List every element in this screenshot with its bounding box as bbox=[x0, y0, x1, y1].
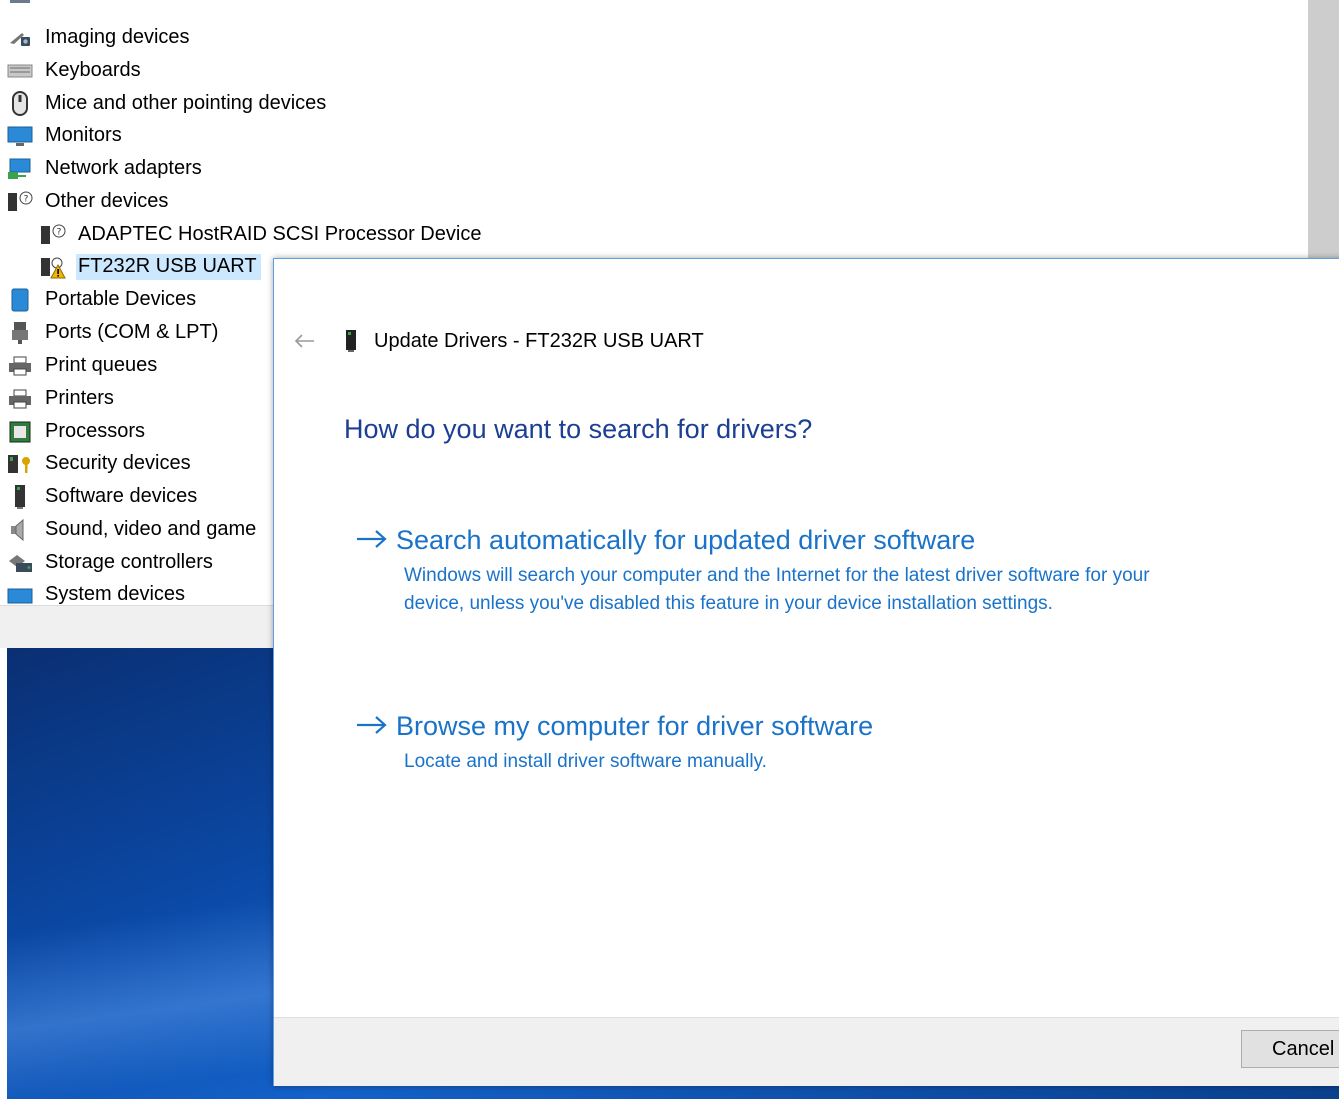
tree-item-printers[interactable]: Printers bbox=[7, 384, 118, 414]
tree-item-security-devices[interactable]: Security devices bbox=[7, 449, 195, 479]
screen: Imaging devices Keyboards Mice and other… bbox=[0, 0, 1339, 1099]
tree-item-label: Ports (COM & LPT) bbox=[45, 321, 219, 343]
tree-item-label: Keyboards bbox=[45, 59, 141, 81]
software-device-icon bbox=[7, 484, 33, 510]
tree-item-label: FT232R USB UART bbox=[76, 254, 261, 280]
option-title: Browse my computer for driver software bbox=[396, 711, 874, 741]
tree-item-label: Imaging devices bbox=[45, 26, 190, 48]
svg-text:?: ? bbox=[24, 195, 29, 205]
network-adapter-icon bbox=[7, 156, 33, 182]
tree-item-human-interface-cut bbox=[7, 0, 43, 12]
tree-item-label: Printers bbox=[45, 387, 114, 409]
printer-icon bbox=[7, 386, 33, 412]
tree-item-ports[interactable]: Ports (COM & LPT) bbox=[7, 318, 222, 348]
tree-item-portable-devices[interactable]: Portable Devices bbox=[7, 285, 200, 315]
dialog-question: How do you want to search for drivers? bbox=[344, 414, 813, 444]
tree-item-label: Software devices bbox=[45, 485, 198, 507]
tree-item-ft232r[interactable]: FT232R USB UART bbox=[40, 252, 261, 282]
portable-device-icon bbox=[7, 287, 33, 313]
arrow-right-icon bbox=[356, 526, 396, 556]
mouse-icon bbox=[7, 91, 33, 117]
hid-icon bbox=[7, 0, 33, 10]
device-icon bbox=[342, 328, 360, 354]
dialog-header: Update Drivers - FT232R USB UART bbox=[286, 323, 704, 359]
tree-item-monitors[interactable]: Monitors bbox=[7, 121, 126, 151]
option-description: Locate and install driver software manua… bbox=[404, 751, 767, 772]
tree-item-label: Storage controllers bbox=[45, 551, 213, 573]
browse-computer-option[interactable]: Browse my computer for driver software L… bbox=[356, 711, 1204, 776]
security-device-icon bbox=[7, 451, 33, 477]
camera-icon bbox=[7, 25, 33, 51]
tree-item-label: Sound, video and game bbox=[45, 518, 257, 540]
tree-item-label: ADAPTEC HostRAID SCSI Processor Device bbox=[78, 223, 482, 245]
search-automatically-option[interactable]: Search automatically for updated driver … bbox=[356, 525, 1204, 618]
tree-item-label: Print queues bbox=[45, 354, 158, 376]
option-title: Search automatically for updated driver … bbox=[396, 525, 976, 555]
speaker-icon bbox=[7, 517, 33, 543]
back-button[interactable] bbox=[286, 323, 322, 359]
port-icon bbox=[7, 320, 33, 346]
tree-item-adaptec[interactable]: ? ADAPTEC HostRAID SCSI Processor Device bbox=[40, 220, 485, 250]
tree-item-label: Security devices bbox=[45, 452, 191, 474]
tree-item-software-devices[interactable]: Software devices bbox=[7, 482, 201, 512]
tree-item-processors[interactable]: Processors bbox=[7, 417, 149, 447]
scrollbar-thumb[interactable] bbox=[1308, 0, 1339, 260]
unknown-device-icon: ? bbox=[40, 222, 66, 248]
svg-text:?: ? bbox=[57, 228, 62, 238]
tree-item-label: Processors bbox=[45, 420, 146, 442]
tree-item-label: Mice and other pointing devices bbox=[45, 92, 327, 114]
tree-item-print-queues[interactable]: Print queues bbox=[7, 351, 161, 381]
cancel-button[interactable]: Cancel bbox=[1241, 1030, 1339, 1068]
processor-icon bbox=[7, 419, 33, 445]
tree-item-label: System devices bbox=[45, 583, 186, 604]
tree-item-label: Monitors bbox=[45, 124, 122, 146]
printer-icon bbox=[7, 353, 33, 379]
dialog-footer: Cancel bbox=[274, 1017, 1339, 1086]
tree-item-label: Network adapters bbox=[45, 157, 202, 179]
monitor-icon bbox=[7, 123, 33, 149]
arrow-right-icon bbox=[356, 712, 396, 742]
tree-item-imaging-devices[interactable]: Imaging devices bbox=[7, 23, 194, 53]
tree-item-system-devices[interactable]: System devices bbox=[7, 580, 189, 604]
back-arrow-icon bbox=[294, 334, 314, 348]
tree-item-sound[interactable]: Sound, video and game bbox=[7, 515, 260, 545]
update-drivers-dialog: Update Drivers - FT232R USB UART How do … bbox=[273, 258, 1339, 1086]
tree-item-label: Portable Devices bbox=[45, 288, 197, 310]
storage-controller-icon bbox=[7, 550, 33, 576]
option-description: Windows will search your computer and th… bbox=[404, 565, 1150, 614]
tree-item-keyboards[interactable]: Keyboards bbox=[7, 56, 145, 86]
unknown-device-icon: ? bbox=[7, 189, 33, 215]
tree-item-network-adapters[interactable]: Network adapters bbox=[7, 154, 206, 184]
tree-item-storage-controllers[interactable]: Storage controllers bbox=[7, 548, 217, 578]
tree-item-label: Other devices bbox=[45, 190, 169, 212]
tree-item-mice[interactable]: Mice and other pointing devices bbox=[7, 89, 330, 119]
tree-item-other-devices[interactable]: ? Other devices bbox=[7, 187, 172, 217]
keyboard-icon bbox=[7, 58, 33, 84]
system-device-icon bbox=[7, 582, 33, 604]
warning-device-icon bbox=[40, 254, 66, 280]
dialog-title: Update Drivers - FT232R USB UART bbox=[374, 329, 704, 352]
